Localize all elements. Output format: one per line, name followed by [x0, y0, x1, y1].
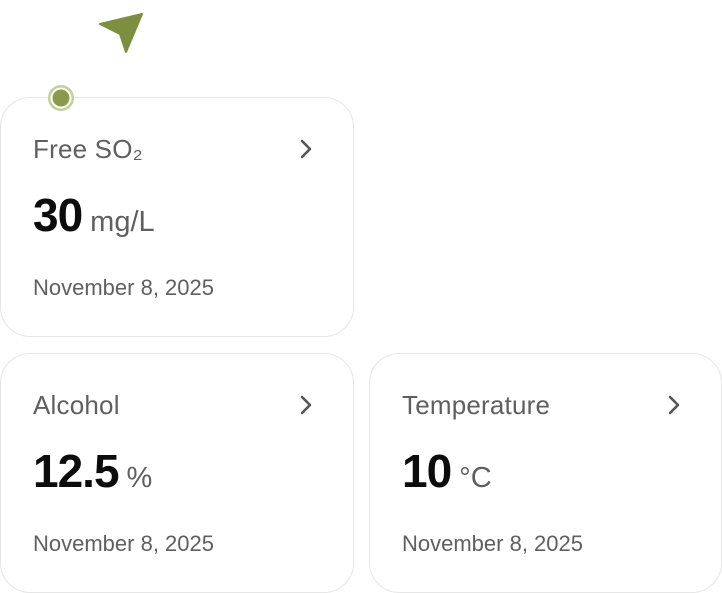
metric-card-temperature[interactable]: Temperature 10 °C November 8, 2025: [369, 353, 722, 593]
chevron-right-icon: [668, 395, 680, 415]
metric-date: November 8, 2025: [402, 531, 583, 556]
navigation-arrow-icon: [99, 13, 143, 53]
metric-unit: mg/L: [90, 206, 155, 238]
metric-unit: %: [126, 462, 153, 494]
metric-card-free-so2[interactable]: Free SO₂ 30 mg/L November 8, 2025: [0, 97, 354, 337]
metric-value: 30: [33, 189, 83, 241]
chevron-right-icon: [300, 395, 312, 415]
metric-date: November 8, 2025: [33, 531, 214, 556]
metric-value: 12.5: [33, 445, 120, 497]
pointer-dot-icon: [48, 85, 74, 111]
card-title: Free SO₂: [33, 134, 143, 164]
chevron-right-icon: [300, 139, 312, 159]
card-title: Temperature: [402, 390, 551, 420]
card-title: Alcohol: [33, 390, 120, 420]
metric-date: November 8, 2025: [33, 275, 214, 300]
metric-unit: °C: [459, 462, 492, 494]
metric-value-row: 30 mg/L: [33, 188, 155, 242]
metric-value: 10: [402, 445, 452, 497]
metric-value-row: 12.5%: [33, 444, 152, 498]
metric-value-row: 10 °C: [402, 444, 492, 498]
metric-card-alcohol[interactable]: Alcohol 12.5% November 8, 2025: [0, 353, 354, 593]
